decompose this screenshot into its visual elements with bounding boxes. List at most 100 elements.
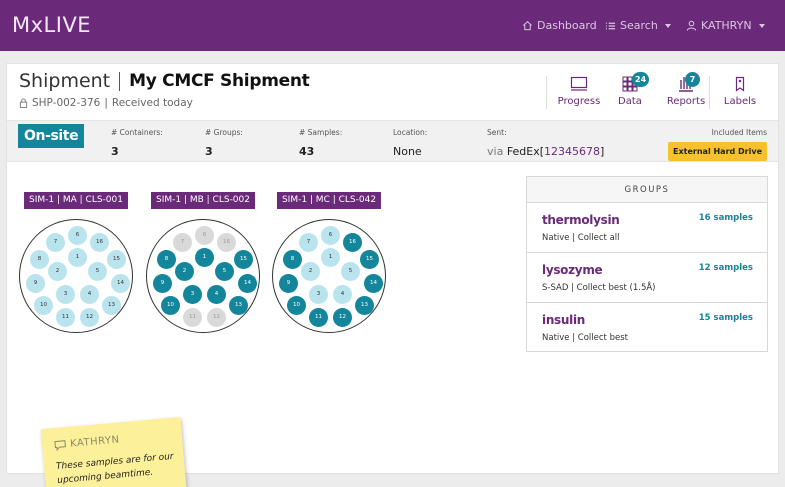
- container-cls-042[interactable]: SIM-1 | MC | CLS-042 6 7 16 8 1 15 2 5 9 14 3 4 10 13…: [272, 192, 386, 333]
- port-1[interactable]: 1: [68, 248, 87, 267]
- container-label[interactable]: SIM-1 | MA | CLS-001: [24, 192, 128, 209]
- port-16[interactable]: 16: [343, 233, 362, 252]
- port-1[interactable]: 1: [195, 248, 214, 267]
- port-15[interactable]: 15: [234, 250, 253, 269]
- port-9[interactable]: 9: [153, 274, 172, 293]
- top-navbar: MxLIVE Dashboard Search KATHRYN: [0, 0, 785, 51]
- container-label[interactable]: SIM-1 | MC | CLS-042: [276, 192, 382, 209]
- toolbar-divider: [709, 76, 710, 109]
- group-name[interactable]: insulin: [542, 313, 585, 327]
- port-10[interactable]: 10: [161, 296, 180, 315]
- container-puck: 6 7 16 8 1 15 2 5 9 14 3 4 10 13 11 12: [272, 219, 386, 333]
- group-description: Native | Collect all: [542, 233, 620, 243]
- port-6[interactable]: 6: [68, 226, 87, 245]
- port-11[interactable]: 11: [183, 308, 202, 327]
- user-icon: [686, 20, 697, 31]
- containers-field: # Containers: 3: [111, 128, 163, 158]
- nav-search[interactable]: Search: [605, 19, 671, 32]
- group-item[interactable]: thermolysin 16 samples Native | Collect …: [527, 203, 767, 253]
- port-5[interactable]: 5: [88, 262, 107, 281]
- groups-label: # Groups:: [205, 128, 243, 137]
- port-12[interactable]: 12: [207, 308, 226, 327]
- port-14[interactable]: 14: [111, 274, 130, 293]
- port-13[interactable]: 13: [102, 296, 121, 315]
- nav-user-menu[interactable]: KATHRYN: [686, 19, 765, 32]
- port-8[interactable]: 8: [30, 250, 49, 269]
- groups-field: # Groups: 3: [205, 128, 243, 158]
- port-3[interactable]: 3: [309, 285, 328, 304]
- container-puck: 6 7 16 8 1 15 2 5 9 14 3 4 10 13 11 12: [19, 219, 133, 333]
- port-4[interactable]: 4: [207, 285, 226, 304]
- shipment-id: SHP-002-376: [32, 97, 101, 109]
- port-7[interactable]: 7: [299, 233, 318, 252]
- container-label[interactable]: SIM-1 | MB | CLS-002: [151, 192, 255, 209]
- sent-via: via: [487, 145, 504, 158]
- port-2[interactable]: 2: [175, 262, 194, 281]
- data-count-badge: 24: [632, 72, 650, 87]
- progress-label: Progress: [557, 96, 601, 107]
- location-field: Location: None: [393, 128, 427, 158]
- port-5[interactable]: 5: [215, 262, 234, 281]
- port-2[interactable]: 2: [301, 262, 320, 281]
- group-name[interactable]: thermolysin: [542, 213, 620, 227]
- port-7[interactable]: 7: [46, 233, 65, 252]
- group-sample-count: 15 samples: [698, 313, 753, 323]
- port-14[interactable]: 14: [364, 274, 383, 293]
- port-2[interactable]: 2: [48, 262, 67, 281]
- port-14[interactable]: 14: [238, 274, 257, 293]
- container-cls-001[interactable]: SIM-1 | MA | CLS-001 6 7 16 8 1 15 2 5 9 14 3 4 10 13…: [19, 192, 133, 333]
- port-8[interactable]: 8: [283, 250, 302, 269]
- group-sample-count: 16 samples: [698, 213, 753, 223]
- home-icon: [523, 20, 532, 31]
- port-5[interactable]: 5: [341, 262, 360, 281]
- port-16[interactable]: 16: [217, 233, 236, 252]
- group-item[interactable]: lysozyme 12 samples S-SAD | Collect best…: [527, 253, 767, 303]
- port-6[interactable]: 6: [195, 226, 214, 245]
- data-label: Data: [618, 96, 642, 107]
- reports-button[interactable]: 7 Reports: [658, 72, 714, 107]
- sticky-note[interactable]: KATHRYN These samples are for our upcomi…: [40, 417, 188, 487]
- port-11[interactable]: 11: [56, 308, 75, 327]
- port-11[interactable]: 11: [309, 308, 328, 327]
- container-cls-002[interactable]: SIM-1 | MB | CLS-002 6 7 16 8 1 15 2 5 9 14 3 4 10 13…: [146, 192, 260, 333]
- nav-search-label: Search: [620, 19, 658, 32]
- nav-dashboard-label: Dashboard: [537, 19, 597, 32]
- group-item[interactable]: insulin 15 samples Native | Collect best: [527, 303, 767, 353]
- port-4[interactable]: 4: [333, 285, 352, 304]
- shipment-name[interactable]: My CMCF Shipment: [129, 71, 310, 91]
- port-6[interactable]: 6: [321, 226, 340, 245]
- port-15[interactable]: 15: [107, 250, 126, 269]
- nav-dashboard[interactable]: Dashboard: [522, 19, 597, 32]
- location-label: Location:: [393, 128, 428, 137]
- port-3[interactable]: 3: [183, 285, 202, 304]
- labels-button[interactable]: Labels: [712, 74, 768, 107]
- port-16[interactable]: 16: [90, 233, 109, 252]
- port-7[interactable]: 7: [173, 233, 192, 252]
- port-8[interactable]: 8: [157, 250, 176, 269]
- port-4[interactable]: 4: [80, 285, 99, 304]
- port-12[interactable]: 12: [80, 308, 99, 327]
- port-13[interactable]: 13: [229, 296, 248, 315]
- port-10[interactable]: 10: [34, 296, 53, 315]
- included-item-badge[interactable]: External Hard Drive: [668, 142, 767, 161]
- note-text: These samples are for our upcoming beamt…: [55, 451, 174, 486]
- brand-logo[interactable]: MxLIVE: [12, 13, 91, 37]
- port-9[interactable]: 9: [26, 274, 45, 293]
- samples-field: # Samples: 43: [299, 128, 342, 158]
- port-9[interactable]: 9: [279, 274, 298, 293]
- port-15[interactable]: 15: [360, 250, 379, 269]
- progress-button[interactable]: Progress: [551, 74, 607, 107]
- group-sample-count: 12 samples: [698, 263, 753, 273]
- port-3[interactable]: 3: [56, 285, 75, 304]
- port-13[interactable]: 13: [355, 296, 374, 315]
- data-button[interactable]: 24 Data: [602, 72, 658, 107]
- containers-label: # Containers:: [111, 128, 163, 137]
- sent-label: Sent:: [487, 128, 507, 137]
- port-12[interactable]: 12: [333, 308, 352, 327]
- port-10[interactable]: 10: [287, 296, 306, 315]
- port-1[interactable]: 1: [321, 248, 340, 267]
- groups-value: 3: [205, 145, 213, 158]
- group-name[interactable]: lysozyme: [542, 263, 603, 277]
- tracking-link[interactable]: 12345678: [544, 145, 600, 158]
- groups-panel: GROUPS thermolysin 16 samples Native | C…: [526, 176, 768, 352]
